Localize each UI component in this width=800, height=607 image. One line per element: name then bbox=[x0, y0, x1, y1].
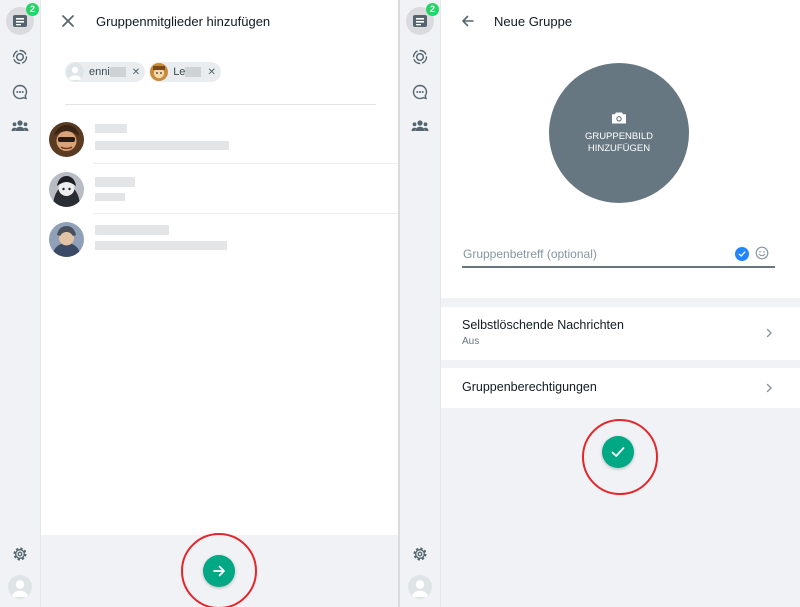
chevron-right-icon bbox=[764, 383, 774, 393]
highlight-circle bbox=[181, 533, 257, 607]
settings-button[interactable] bbox=[406, 540, 434, 568]
group-permissions-row[interactable]: Gruppenberechtigungen bbox=[441, 368, 800, 408]
gear-icon bbox=[13, 547, 27, 561]
page-title: Gruppenmitglieder hinzufügen bbox=[96, 13, 271, 29]
contact-row[interactable] bbox=[41, 214, 398, 264]
remove-chip-icon[interactable]: ✕ bbox=[132, 67, 140, 78]
camera-icon bbox=[612, 112, 626, 124]
communities-button[interactable] bbox=[406, 112, 434, 140]
unread-badge: 2 bbox=[426, 3, 439, 16]
add-members-header: Gruppenmitglieder hinzufügen bbox=[41, 0, 398, 42]
group-subject-field bbox=[462, 244, 775, 268]
chevron-right-icon bbox=[764, 328, 774, 338]
navigation-rail: 2 bbox=[400, 0, 441, 607]
redacted-contact-about bbox=[95, 241, 227, 250]
contact-photo-icon bbox=[49, 222, 84, 257]
redacted-contact-name bbox=[95, 225, 169, 235]
default-avatar-icon bbox=[11, 580, 29, 597]
member-chip[interactable]: Le ✕ bbox=[149, 62, 221, 82]
avatar bbox=[66, 63, 84, 81]
chip-name: enni bbox=[89, 66, 110, 78]
chats-icon bbox=[413, 15, 427, 27]
redacted-contact-about bbox=[95, 141, 229, 150]
search-underline bbox=[65, 104, 376, 105]
chats-button[interactable]: 2 bbox=[406, 3, 439, 35]
cartoon-avatar-icon bbox=[150, 63, 169, 81]
avatar bbox=[49, 172, 84, 207]
avatar bbox=[49, 122, 84, 157]
chip-name: Le bbox=[173, 66, 186, 78]
group-subject-input[interactable] bbox=[462, 244, 712, 264]
confirm-subject-icon[interactable] bbox=[735, 247, 749, 261]
arrow-left-icon bbox=[462, 15, 474, 27]
default-avatar-icon bbox=[411, 580, 429, 597]
selected-members: enni ✕ Le ✕ bbox=[65, 62, 221, 82]
avatar bbox=[150, 63, 169, 81]
communities-icon bbox=[411, 120, 429, 131]
disappearing-messages-row[interactable]: Selbstlöschende Nachrichten Aus bbox=[441, 307, 800, 360]
add-members-panel: 2 Gruppenmitglieder hinzufügen enni ✕ Le… bbox=[0, 0, 398, 607]
settings-button[interactable] bbox=[6, 540, 34, 568]
channels-button[interactable] bbox=[406, 78, 434, 106]
status-icon bbox=[412, 49, 428, 65]
remove-chip-icon[interactable]: ✕ bbox=[207, 67, 215, 78]
navigation-rail: 2 bbox=[0, 0, 41, 607]
group-photo-label: GRUPPENBILD HINZUFÜGEN bbox=[584, 131, 654, 154]
gear-icon bbox=[413, 547, 427, 561]
add-members-content: Gruppenmitglieder hinzufügen enni ✕ Le ✕ bbox=[41, 0, 398, 607]
redacted-contact-about bbox=[95, 193, 125, 201]
contact-photo-icon bbox=[49, 172, 84, 207]
avatar bbox=[49, 222, 84, 257]
member-chip[interactable]: enni ✕ bbox=[65, 62, 146, 82]
page-title: Neue Gruppe bbox=[494, 13, 573, 29]
row-title: Selbstlöschende Nachrichten bbox=[462, 318, 624, 332]
status-icon bbox=[12, 49, 28, 65]
unread-badge: 2 bbox=[26, 3, 39, 16]
default-avatar-icon bbox=[66, 63, 84, 81]
communities-button[interactable] bbox=[6, 112, 34, 140]
channels-icon bbox=[12, 84, 28, 100]
contact-row[interactable] bbox=[41, 164, 398, 214]
communities-icon bbox=[11, 120, 29, 131]
status-button[interactable] bbox=[406, 43, 434, 71]
channels-button[interactable] bbox=[6, 78, 34, 106]
close-button[interactable] bbox=[58, 11, 78, 31]
chats-button[interactable]: 2 bbox=[6, 3, 39, 35]
chats-icon bbox=[13, 15, 27, 27]
new-group-panel: 2 Neue Gruppe GRUPPENBILD HINZUFÜGEN Gru… bbox=[400, 0, 800, 607]
contact-photo-icon bbox=[49, 122, 84, 157]
close-icon bbox=[62, 15, 74, 27]
redacted-text bbox=[109, 67, 126, 77]
redacted-contact-name bbox=[95, 124, 127, 133]
confirm-footer bbox=[41, 533, 398, 607]
highlight-circle bbox=[582, 419, 658, 495]
redacted-text bbox=[185, 67, 202, 77]
back-button[interactable] bbox=[458, 11, 478, 31]
contact-row[interactable] bbox=[41, 114, 398, 164]
row-subtitle: Aus bbox=[462, 336, 480, 347]
group-info-card: GRUPPENBILD HINZUFÜGEN bbox=[441, 42, 800, 298]
channels-icon bbox=[412, 84, 428, 100]
row-title: Gruppenberechtigungen bbox=[462, 380, 597, 394]
profile-avatar[interactable] bbox=[8, 575, 32, 599]
new-group-content: Neue Gruppe GRUPPENBILD HINZUFÜGEN Selbs… bbox=[441, 0, 800, 607]
profile-avatar[interactable] bbox=[408, 575, 432, 599]
emoji-icon[interactable] bbox=[754, 245, 770, 261]
group-photo-button[interactable]: GRUPPENBILD HINZUFÜGEN bbox=[549, 63, 689, 203]
new-group-header: Neue Gruppe bbox=[441, 0, 800, 42]
status-button[interactable] bbox=[6, 43, 34, 71]
redacted-contact-name bbox=[95, 177, 135, 187]
